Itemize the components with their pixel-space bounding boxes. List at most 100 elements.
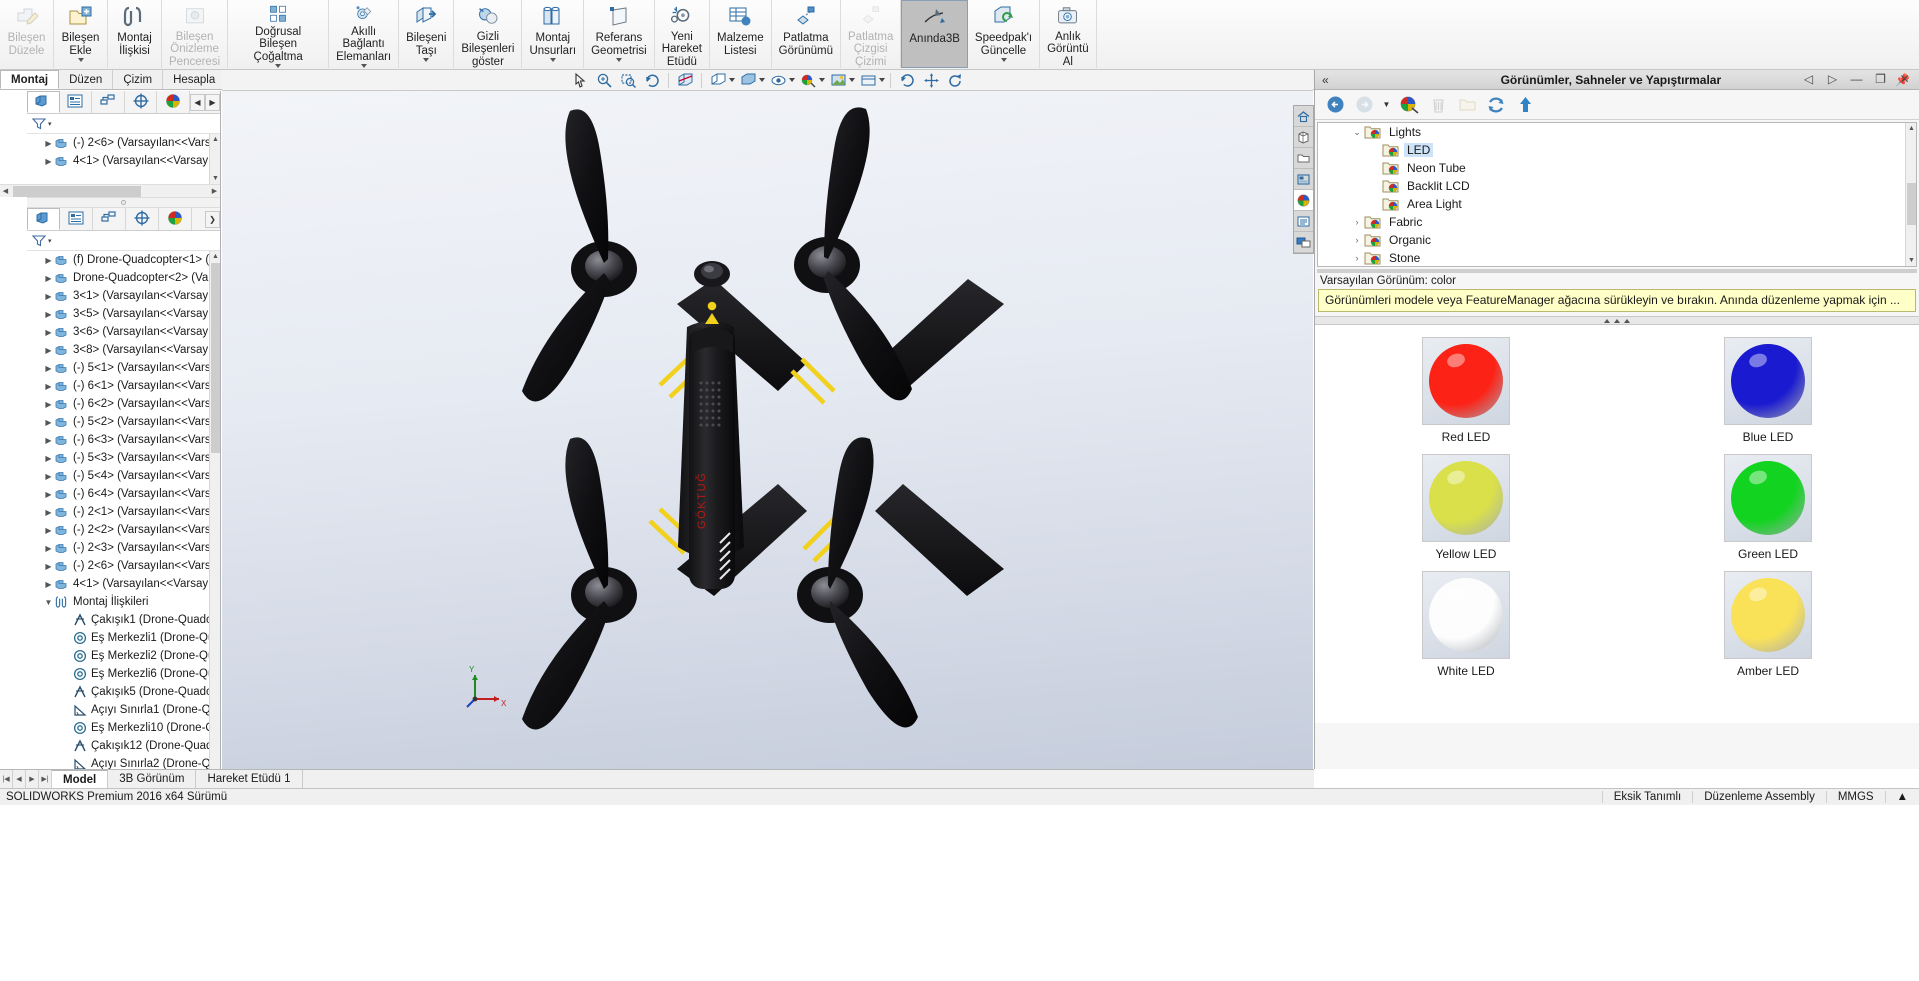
tab-çizim[interactable]: Çizim [113, 70, 164, 89]
section-view-icon[interactable] [674, 71, 696, 90]
refresh-icon[interactable] [1484, 93, 1508, 117]
tab-hesapla[interactable]: Hesapla [163, 70, 227, 89]
view-settings-icon[interactable] [857, 71, 879, 90]
tree-item[interactable]: ▶ 3<5> (Varsayılan<<Varsayılan>_( [27, 305, 220, 323]
layout-icon[interactable] [1294, 169, 1313, 190]
zoom-to-fit-icon[interactable] [593, 71, 615, 90]
scrollbar-thumb[interactable] [1907, 183, 1916, 225]
appearances-icon[interactable] [1397, 93, 1421, 117]
chevron-down-icon[interactable] [1000, 58, 1007, 62]
chevron-right-icon[interactable]: ▶ [43, 472, 54, 481]
tree-item[interactable]: ▶ (-) 2<2> (Varsayılan<<Varsayılan [27, 521, 220, 539]
tree-item[interactable]: ▶ (-) 5<1> (Varsayılan<<Varsayılan [27, 359, 220, 377]
chevron-right-icon[interactable]: ▶ [43, 157, 54, 166]
ribbon-button-bill-of-materials[interactable]: Malzeme Listesi [710, 0, 772, 68]
tree-tabs-prev-icon[interactable]: ◀ [190, 93, 205, 111]
delete-icon[interactable] [1426, 93, 1450, 117]
chevron-right-icon[interactable]: ▶ [43, 292, 54, 301]
appearance-tree-item-neon-tube[interactable]: Neon Tube [1318, 159, 1916, 177]
chevron-right-icon[interactable]: › [1350, 253, 1364, 263]
tree-item[interactable]: Çakışık1 (Drone-Quadcopter [27, 611, 220, 629]
chevron-right-icon[interactable]: ▶ [43, 526, 54, 535]
scroll-up-icon[interactable]: ▲ [211, 135, 220, 144]
tree-item[interactable]: Eş Merkezli1 (Drone-Quadco [27, 629, 220, 647]
tree-tab-dimxpert[interactable] [125, 91, 158, 113]
chevron-right-icon[interactable]: ▶ [43, 346, 54, 355]
ribbon-button-new-motion-study[interactable]: Yeni Hareket Etüdü [655, 0, 710, 68]
chevron-right-icon[interactable]: › [1350, 217, 1364, 227]
ribbon-button-exploded-view[interactable]: Patlatma Görünümü [772, 0, 841, 68]
appearance-tree-item-area-light[interactable]: Area Light [1318, 195, 1916, 213]
ribbon-button-mate[interactable]: Montaj İlişkisi [108, 0, 162, 68]
chevron-right-icon[interactable]: ▶ [43, 580, 54, 589]
tree-item[interactable]: ▶ (-) 6<4> (Varsayılan<<Varsayılan [27, 485, 220, 503]
select-icon[interactable] [569, 71, 591, 90]
tree-item[interactable]: ▶ (-) 2<6> (Varsayılan<<Varsayılan [27, 557, 220, 575]
tree-item[interactable]: ▶ (-) 5<2> (Varsayılan<<Varsayılan [27, 413, 220, 431]
chevron-down-icon[interactable]: ⌄ [1350, 127, 1364, 138]
tree-tab-configuration-manager[interactable] [92, 91, 125, 113]
restore-left-icon[interactable]: ◁ [1800, 72, 1817, 86]
chevron-down-icon[interactable] [77, 58, 84, 62]
chevron-down-icon[interactable] [879, 78, 885, 82]
tree-item[interactable]: Çakışık12 (Drone-Quadcopte [27, 737, 220, 755]
appearance-swatch-green-led[interactable]: Green LED [1617, 454, 1919, 561]
custom-properties-icon[interactable] [1294, 211, 1313, 232]
chevron-down-icon[interactable] [275, 64, 282, 68]
appearance-tree-scrollbar[interactable]: ▲ ▼ [1905, 123, 1916, 266]
assembly-feature-tree[interactable]: ▲ ▼ ▶ (f) Drone-Quadcopter<1> (Varsa ▶ Dron… [27, 251, 220, 779]
chevron-down-icon[interactable] [849, 78, 855, 82]
apply-scene-icon[interactable] [827, 71, 849, 90]
chevron-right-icon[interactable]: ▶ [43, 454, 54, 463]
chevron-right-icon[interactable]: ▶ [43, 562, 54, 571]
assembly-tree-scrollbar[interactable]: ▲ ▼ [209, 251, 220, 779]
scroll-right-icon[interactable]: ▶ [209, 187, 220, 195]
ribbon-button-take-snapshot[interactable]: Anlık Görüntü Al [1040, 0, 1097, 68]
appearance-tree-item-lights[interactable]: ⌄ Lights [1318, 123, 1916, 141]
chevron-down-icon[interactable] [423, 58, 430, 62]
tree-item[interactable]: Açıyı Sınırla1 (Drone-Quadc [27, 701, 220, 719]
tree-tab-feature-manager[interactable] [27, 91, 60, 113]
chevron-right-icon[interactable]: ▶ [43, 400, 54, 409]
ribbon-button-assembly-features[interactable]: Montaj Unsurları [522, 0, 585, 68]
chevron-right-icon[interactable]: ▶ [43, 274, 54, 283]
new-folder-icon[interactable] [1455, 93, 1479, 117]
up-level-icon[interactable] [1513, 93, 1537, 117]
appearance-swatch-white-led[interactable]: White LED [1315, 571, 1617, 678]
scroll-left-icon[interactable]: ◀ [0, 187, 11, 195]
tree-item[interactable]: ▶ 3<1> (Varsayılan<<Varsayılan>_( [27, 287, 220, 305]
chevron-right-icon[interactable]: ▶ [43, 310, 54, 319]
tree-tab-dimxpert[interactable] [126, 208, 159, 230]
ribbon-button-show-hidden-components[interactable]: Gizli Bileşenleri göster [454, 0, 523, 68]
appearance-swatch-yellow-led[interactable]: Yellow LED [1315, 454, 1617, 561]
appearance-tree-item-led[interactable]: LED [1318, 141, 1916, 159]
tab-next-icon[interactable]: ▶ [26, 770, 39, 788]
restore-icon[interactable]: ❐ [1872, 72, 1889, 86]
chevron-down-icon[interactable]: ▼ [43, 598, 54, 607]
chevron-right-icon[interactable]: ▶ [43, 364, 54, 373]
chevron-down-icon[interactable] [549, 58, 556, 62]
tree-splitter[interactable] [27, 197, 220, 208]
ribbon-button-smart-fasteners[interactable]: Akıllı Bağlantı Elemanları [329, 0, 400, 68]
tree-item[interactable]: ▶ 3<6> (Varsayılan<<Varsayılan>_( [27, 323, 220, 341]
back-icon[interactable] [1323, 93, 1347, 117]
task-pane-resize-grip[interactable] [1315, 316, 1919, 325]
appearance-tree-item-organic[interactable]: › Organic [1318, 231, 1916, 249]
tree-item[interactable]: ▶ (-) 2<6> (Varsayılan<<Varsayılan [27, 134, 220, 152]
tree-item[interactable]: ▶ 4<1> (Varsayılan<<Varsayılan>_( [27, 152, 220, 170]
minimize-icon[interactable]: — [1848, 72, 1865, 86]
chevron-right-icon[interactable]: ▶ [43, 508, 54, 517]
ribbon-button-reference-geometry[interactable]: Referans Geometrisi [584, 0, 655, 68]
chevron-right-icon[interactable]: ▶ [43, 328, 54, 337]
ribbon-button-update-speedpak[interactable]: Speedpak'ı Güncelle [968, 0, 1041, 68]
open-folder-icon[interactable] [1294, 148, 1313, 169]
comments-icon[interactable] [1294, 232, 1313, 253]
tree-item[interactable]: Çakışık5 (Drone-Quadcopter [27, 683, 220, 701]
appearance-swatch-grid[interactable]: Red LED Blue LED Yellow LED Green LED White … [1315, 325, 1919, 723]
hide-show-items-icon[interactable] [767, 71, 789, 90]
appearance-tree-item-fabric[interactable]: › Fabric [1318, 213, 1916, 231]
chevron-right-icon[interactable]: ▶ [43, 544, 54, 553]
tree-item[interactable]: ▶ (-) 6<3> (Varsayılan<<Varsayılan [27, 431, 220, 449]
chevron-right-icon[interactable]: ▶ [43, 418, 54, 427]
tree-tabs-next-icon[interactable]: ▶ [205, 93, 220, 111]
